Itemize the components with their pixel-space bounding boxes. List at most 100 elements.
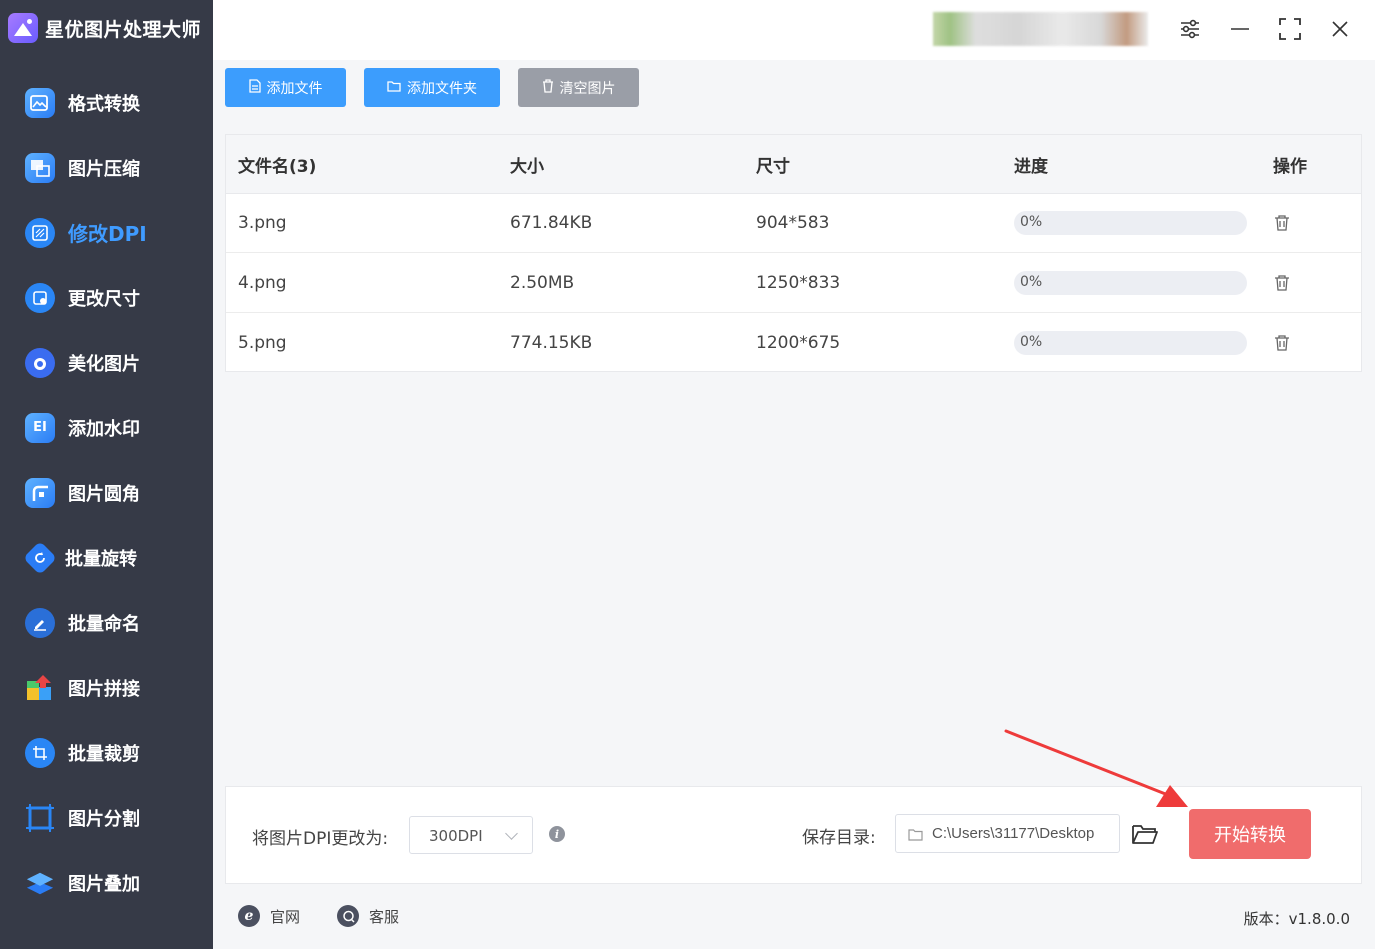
progress-bar: 0% <box>1014 211 1247 235</box>
title-bar <box>213 0 1375 60</box>
progress-text: 0% <box>1020 334 1043 350</box>
table-header: 文件名(3) 大小 尺寸 进度 操作 <box>226 135 1361 194</box>
progress-text: 0% <box>1020 214 1043 230</box>
info-icon[interactable]: i <box>549 826 565 842</box>
app-logo-icon <box>8 13 38 43</box>
dpi-select-value: 300DPI <box>429 827 483 845</box>
beautify-icon <box>25 347 55 378</box>
version-text: 版本：v1.8.0.0 <box>1243 910 1350 928</box>
column-header-name: 文件名(3) <box>238 156 317 177</box>
chevron-down-icon <box>505 827 518 840</box>
table-row[interactable]: 4.png 2.50MB 1250*833 0% <box>226 253 1361 313</box>
rotate-icon <box>23 540 57 575</box>
sidebar-item-dpi[interactable]: 修改DPI <box>0 200 213 265</box>
sidebar-item-label: 美化图片 <box>68 353 140 375</box>
start-convert-button[interactable]: 开始转换 <box>1189 809 1311 859</box>
file-dimensions: 904*583 <box>756 213 830 233</box>
browser-e-icon: e <box>238 905 260 927</box>
sidebar-item-beautify[interactable]: 美化图片 <box>0 330 213 395</box>
rounded-corner-icon <box>25 477 55 508</box>
sidebar-item-label: 图片分割 <box>68 808 140 830</box>
chat-support-icon <box>337 905 359 927</box>
dpi-select[interactable]: 300DPI <box>409 816 533 854</box>
folder-outline-icon <box>908 826 923 845</box>
support-link[interactable]: 客服 <box>337 905 399 927</box>
watermark-icon: EI <box>25 412 55 443</box>
file-name: 3.png <box>238 213 287 233</box>
sidebar-item-resize[interactable]: 更改尺寸 <box>0 265 213 330</box>
toolbar: 添加文件 添加文件夹 清空图片 <box>213 60 1375 122</box>
settings-sliders-icon[interactable] <box>1175 14 1205 44</box>
compress-icon <box>25 152 55 183</box>
sidebar-item-label: 更改尺寸 <box>68 288 140 310</box>
website-link[interactable]: e 官网 <box>238 905 300 927</box>
sidebar-item-rotate[interactable]: 批量旋转 <box>0 525 213 590</box>
sidebar-item-label: 图片叠加 <box>68 873 140 895</box>
website-label: 官网 <box>270 907 301 926</box>
fullscreen-icon[interactable] <box>1275 14 1305 44</box>
clear-images-button[interactable]: 清空图片 <box>518 68 639 107</box>
support-label: 客服 <box>369 907 400 926</box>
column-header-action: 操作 <box>1273 156 1307 177</box>
progress-text: 0% <box>1020 274 1043 290</box>
app-title: 星优图片处理大师 <box>45 18 202 41</box>
settings-panel: 将图片DPI更改为: 300DPI i 保存目录: 开始转换 <box>225 786 1362 884</box>
file-size: 671.84KB <box>510 213 593 233</box>
sidebar-item-compress[interactable]: 图片压缩 <box>0 135 213 200</box>
sidebar-item-label: 图片圆角 <box>68 483 140 505</box>
sidebar-item-label: 图片压缩 <box>68 158 140 180</box>
delete-row-trash-icon[interactable] <box>1274 275 1289 291</box>
add-folder-button[interactable]: 添加文件夹 <box>364 68 500 107</box>
file-size: 774.15KB <box>510 333 593 353</box>
add-file-button[interactable]: 添加文件 <box>225 68 346 107</box>
delete-row-trash-icon[interactable] <box>1274 335 1289 351</box>
overlay-icon <box>25 868 55 898</box>
sidebar-item-label: 批量裁剪 <box>68 743 140 765</box>
sidebar-item-label: 格式转换 <box>68 93 140 115</box>
sidebar-item-label: 添加水印 <box>68 418 140 440</box>
minimize-icon[interactable] <box>1225 14 1255 44</box>
table-row[interactable]: 3.png 671.84KB 904*583 0% <box>226 193 1361 253</box>
format-convert-icon <box>25 87 55 118</box>
add-file-label: 添加文件 <box>266 80 323 97</box>
progress-bar: 0% <box>1014 271 1247 295</box>
file-name: 4.png <box>238 273 287 293</box>
column-header-dimensions: 尺寸 <box>756 156 790 177</box>
close-icon[interactable] <box>1325 14 1355 44</box>
crop-icon <box>25 737 55 768</box>
sidebar-item-crop[interactable]: 批量裁剪 <box>0 720 213 785</box>
footer: e 官网 客服 版本：v1.8.0.0 <box>213 888 1375 949</box>
trash-icon <box>542 78 554 97</box>
file-dimensions: 1250*833 <box>756 273 841 293</box>
save-dir-input[interactable] <box>932 815 1117 852</box>
folder-icon <box>387 80 401 96</box>
progress-bar: 0% <box>1014 331 1247 355</box>
sidebar-item-split[interactable]: 图片分割 <box>0 785 213 850</box>
table-row[interactable]: 5.png 774.15KB 1200*675 0% <box>226 313 1361 373</box>
sidebar-item-stitch[interactable]: 图片拼接 <box>0 655 213 720</box>
dpi-label: 将图片DPI更改为: <box>252 829 389 849</box>
sidebar-item-rename[interactable]: 批量命名 <box>0 590 213 655</box>
user-account-blurred[interactable] <box>933 12 1148 46</box>
file-table: 文件名(3) 大小 尺寸 进度 操作 3.png 671.84KB 904*58… <box>225 134 1362 372</box>
sidebar-item-label: 图片拼接 <box>68 678 140 700</box>
sidebar-item-overlay[interactable]: 图片叠加 <box>0 850 213 915</box>
sidebar-item-rounded-corner[interactable]: 图片圆角 <box>0 460 213 525</box>
file-size: 2.50MB <box>510 273 575 293</box>
column-header-size: 大小 <box>510 156 544 177</box>
file-name: 5.png <box>238 333 287 353</box>
browse-folder-icon[interactable] <box>1131 822 1159 848</box>
sidebar-item-label: 修改DPI <box>68 222 147 246</box>
delete-row-trash-icon[interactable] <box>1274 215 1289 231</box>
sidebar-item-format-convert[interactable]: 格式转换 <box>0 70 213 135</box>
sidebar: 星优图片处理大师 格式转换 图片压缩 修改DPI 更改尺寸 美化图片 EI 添加… <box>0 0 213 949</box>
dpi-icon <box>25 217 55 248</box>
rename-icon <box>25 607 55 638</box>
app-header: 星优图片处理大师 <box>0 0 213 56</box>
file-icon <box>248 78 261 97</box>
clear-images-label: 清空图片 <box>559 80 616 97</box>
resize-icon <box>25 282 55 313</box>
add-folder-label: 添加文件夹 <box>407 80 477 97</box>
sidebar-item-label: 批量旋转 <box>65 548 137 570</box>
sidebar-item-watermark[interactable]: EI 添加水印 <box>0 395 213 460</box>
